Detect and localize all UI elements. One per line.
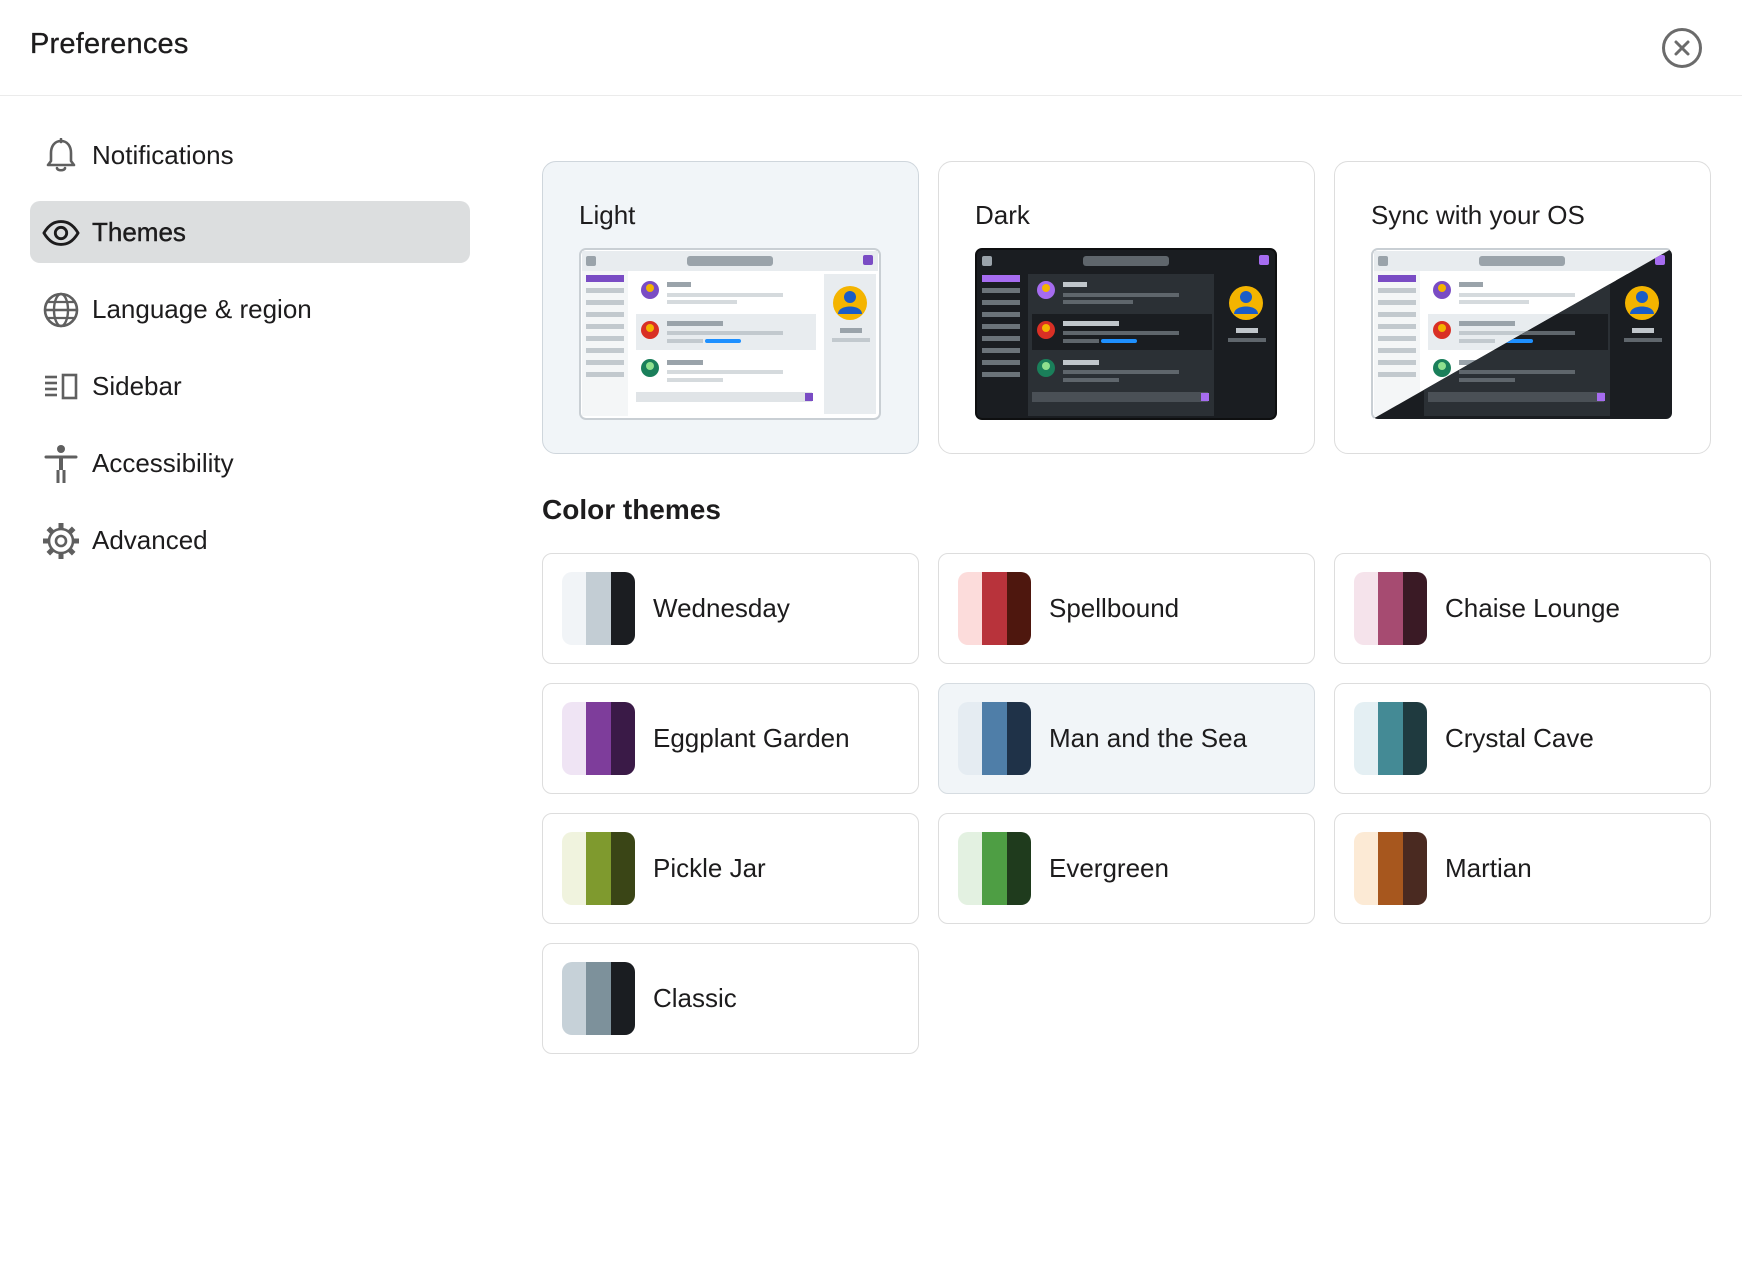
theme-swatch — [958, 572, 1031, 645]
color-theme-wednesday[interactable]: Wednesday — [542, 553, 919, 664]
sidebar-item-label: Themes — [92, 216, 186, 247]
sidebar-item-advanced[interactable]: Advanced — [30, 509, 470, 571]
color-theme-chaise-lounge[interactable]: Chaise Lounge — [1334, 553, 1711, 664]
theme-mode-dark[interactable]: Dark — [938, 161, 1315, 454]
gear-icon — [42, 522, 80, 560]
sidebar-item-label: Sidebar — [92, 370, 182, 401]
preferences-sidebar: Notifications Themes Language & region S… — [30, 124, 470, 586]
close-button[interactable] — [1662, 28, 1702, 68]
theme-swatch — [1354, 702, 1427, 775]
color-theme-pickle-jar[interactable]: Pickle Jar — [542, 813, 919, 924]
theme-name: Man and the Sea — [1049, 723, 1248, 753]
accessibility-icon — [42, 445, 80, 483]
light-preview-image — [579, 248, 881, 420]
globe-icon — [42, 291, 80, 329]
theme-mode-sync-os[interactable]: Sync with your OS — [1334, 161, 1711, 454]
color-theme-man-and-the-sea[interactable]: Man and the Sea — [938, 683, 1315, 794]
theme-name: Pickle Jar — [653, 853, 766, 883]
sidebar-item-sidebar[interactable]: Sidebar — [30, 355, 470, 417]
theme-mode-label: Sync with your OS — [1371, 200, 1585, 230]
eye-icon — [42, 214, 80, 252]
theme-mode-light[interactable]: Light — [542, 161, 919, 454]
color-theme-martian[interactable]: Martian — [1334, 813, 1711, 924]
color-themes-heading: Color themes — [542, 494, 721, 525]
sidebar-item-themes[interactable]: Themes — [30, 201, 470, 263]
sidebar-item-notifications[interactable]: Notifications — [30, 124, 470, 186]
dark-preview-image — [975, 248, 1277, 420]
theme-swatch — [562, 832, 635, 905]
theme-swatch — [1354, 572, 1427, 645]
bell-icon — [42, 137, 80, 175]
sidebar-item-language-region[interactable]: Language & region — [30, 278, 470, 340]
theme-swatch — [958, 832, 1031, 905]
theme-name: Chaise Lounge — [1445, 593, 1620, 623]
color-theme-evergreen[interactable]: Evergreen — [938, 813, 1315, 924]
color-theme-crystal-cave[interactable]: Crystal Cave — [1334, 683, 1711, 794]
theme-swatch — [562, 702, 635, 775]
theme-name: Evergreen — [1049, 853, 1169, 883]
theme-swatch — [562, 962, 635, 1035]
sync-os-preview-image — [1371, 248, 1673, 420]
sidebar-item-label: Advanced — [92, 524, 208, 555]
sidebar-item-label: Notifications — [92, 139, 234, 170]
theme-name: Martian — [1445, 853, 1532, 883]
dialog-title: Preferences — [30, 28, 189, 60]
theme-mode-label: Light — [579, 200, 636, 230]
dialog-header: Preferences — [0, 0, 1742, 96]
sidebar-item-accessibility[interactable]: Accessibility — [30, 432, 470, 494]
sidebar-item-label: Language & region — [92, 293, 312, 324]
color-theme-classic[interactable]: Classic — [542, 943, 919, 1054]
sidebar-item-label: Accessibility — [92, 447, 234, 478]
theme-name: Crystal Cave — [1445, 723, 1594, 753]
theme-swatch — [1354, 832, 1427, 905]
color-theme-spellbound[interactable]: Spellbound — [938, 553, 1315, 664]
theme-name: Wednesday — [653, 593, 790, 623]
theme-name: Spellbound — [1049, 593, 1180, 623]
theme-swatch — [958, 702, 1031, 775]
color-theme-eggplant-garden[interactable]: Eggplant Garden — [542, 683, 919, 794]
theme-swatch — [562, 572, 635, 645]
theme-name: Classic — [653, 983, 737, 1013]
close-icon — [1674, 40, 1690, 56]
sidebar-icon — [42, 368, 80, 406]
theme-name: Eggplant Garden — [653, 723, 850, 753]
theme-mode-label: Dark — [975, 200, 1030, 230]
